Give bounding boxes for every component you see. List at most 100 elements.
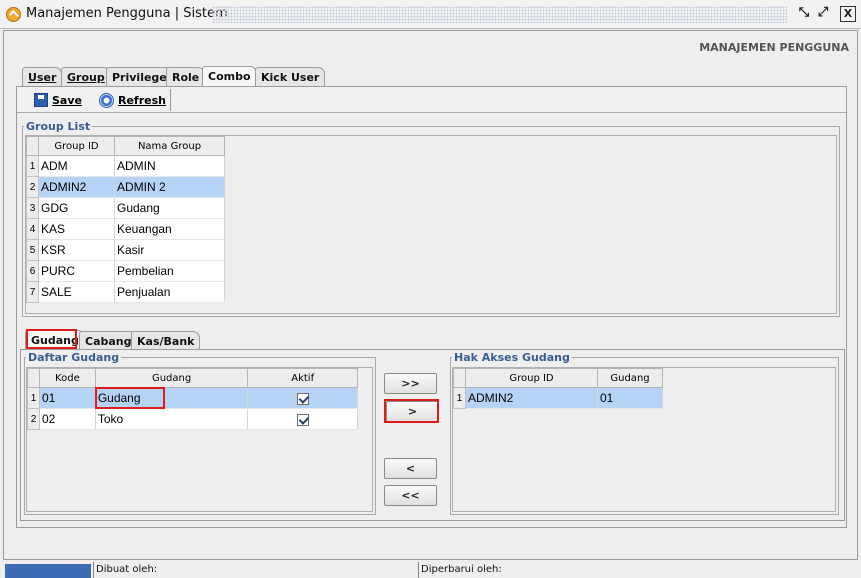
row-number-header bbox=[453, 368, 466, 388]
table-row[interactable]: 4 KAS Keuangan bbox=[26, 218, 225, 240]
table-row-selected[interactable]: 1 01 Gudang bbox=[27, 387, 358, 409]
refresh-icon bbox=[99, 92, 114, 108]
created-by-label: Dibuat oleh: bbox=[93, 562, 157, 578]
kode-cell[interactable]: 02 bbox=[39, 408, 96, 430]
gudang-cell[interactable]: 01 bbox=[597, 387, 663, 409]
tab-combo[interactable]: Combo bbox=[202, 66, 257, 86]
daftar-gudang-table: Kode Gudang Aktif 1 01 Gudang 2 02 Toko bbox=[27, 368, 358, 430]
refresh-button[interactable]: Refresh bbox=[99, 90, 166, 110]
status-user-indicator bbox=[5, 564, 91, 578]
subtab-cabang[interactable]: Cabang bbox=[79, 331, 138, 350]
table-row-selected[interactable]: 2 ADMIN2 ADMIN 2 bbox=[26, 176, 225, 198]
subtab-cabang-label: Cabang bbox=[85, 335, 132, 348]
page-title: MANAJEMEN PENGGUNA bbox=[699, 41, 849, 54]
aktif-cell[interactable] bbox=[247, 387, 358, 409]
remove-all-button[interactable]: << bbox=[384, 485, 437, 506]
tab-kick-user-label: Kick User bbox=[261, 71, 320, 84]
app-logo-icon bbox=[6, 7, 21, 22]
tab-role-label: Role bbox=[172, 71, 200, 84]
column-header-aktif[interactable]: Aktif bbox=[247, 368, 358, 388]
tab-privilege-label: Privilege bbox=[112, 71, 167, 84]
group-name-cell[interactable]: Kasir bbox=[114, 239, 225, 261]
add-button-highlight bbox=[384, 399, 439, 423]
group-name-cell[interactable]: Penjualan bbox=[114, 281, 225, 303]
table-row[interactable]: 5 KSR Kasir bbox=[26, 239, 225, 261]
restore-icon[interactable]: ⤡ bbox=[796, 6, 812, 22]
kode-cell[interactable]: 01 bbox=[39, 387, 96, 409]
tab-group-label: Group bbox=[67, 71, 105, 84]
row-number: 1 bbox=[453, 387, 466, 409]
group-list-title: Group List bbox=[24, 120, 93, 133]
row-number: 2 bbox=[26, 176, 39, 198]
row-number: 1 bbox=[27, 387, 40, 409]
daftar-gudang-header-row: Kode Gudang Aktif bbox=[27, 368, 358, 388]
column-header-nama-group[interactable]: Nama Group bbox=[114, 136, 225, 156]
table-row[interactable]: 7 SALE Penjualan bbox=[26, 281, 225, 303]
maximize-icon[interactable]: ⤢ bbox=[815, 6, 831, 22]
hak-akses-title: Hak Akses Gudang bbox=[452, 351, 572, 364]
subtab-gudang-highlight bbox=[26, 329, 77, 349]
aktif-checkbox[interactable] bbox=[296, 392, 309, 405]
gudang-cell[interactable]: Toko bbox=[95, 408, 249, 430]
add-all-button[interactable]: >> bbox=[384, 373, 437, 394]
table-row[interactable]: 6 PURC Pembelian bbox=[26, 260, 225, 282]
row-number: 4 bbox=[26, 218, 39, 240]
save-button[interactable]: Save bbox=[34, 90, 82, 110]
tab-user[interactable]: User bbox=[22, 67, 63, 86]
column-header-kode[interactable]: Kode bbox=[38, 368, 96, 388]
group-id-cell[interactable]: SALE bbox=[38, 281, 115, 303]
toolbar-divider bbox=[170, 89, 171, 111]
close-icon[interactable]: X bbox=[840, 6, 856, 22]
group-id-cell[interactable]: KSR bbox=[38, 239, 115, 261]
row-number: 1 bbox=[26, 155, 39, 177]
row-number: 2 bbox=[27, 408, 40, 430]
group-name-cell[interactable]: ADMIN 2 bbox=[114, 176, 225, 198]
updated-by-label: Diperbarui oleh: bbox=[418, 562, 502, 578]
table-row[interactable]: 2 02 Toko bbox=[27, 408, 358, 430]
group-id-cell[interactable]: ADMIN2 bbox=[465, 387, 598, 409]
row-number: 3 bbox=[26, 197, 39, 219]
column-header-gudang[interactable]: Gudang bbox=[597, 368, 663, 388]
group-id-cell[interactable]: ADM bbox=[38, 155, 115, 177]
row-number-header bbox=[26, 136, 39, 156]
hak-akses-table: Group ID Gudang 1 ADMIN2 01 bbox=[453, 368, 663, 409]
aktif-checkbox[interactable] bbox=[296, 413, 309, 426]
group-id-cell[interactable]: PURC bbox=[38, 260, 115, 282]
group-name-cell[interactable]: ADMIN bbox=[114, 155, 225, 177]
subtab-kas-bank[interactable]: Kas/Bank bbox=[131, 331, 201, 350]
refresh-button-label: Refresh bbox=[118, 93, 166, 107]
group-id-cell[interactable]: ADMIN2 bbox=[38, 176, 115, 198]
column-header-group-id[interactable]: Group ID bbox=[465, 368, 598, 388]
row-number: 7 bbox=[26, 281, 39, 303]
window-title: Manajemen Pengguna | Sistem bbox=[26, 6, 228, 21]
table-row[interactable]: 3 GDG Gudang bbox=[26, 197, 225, 219]
group-id-cell[interactable]: KAS bbox=[38, 218, 115, 240]
tab-combo-label: Combo bbox=[208, 70, 251, 83]
remove-button[interactable]: < bbox=[384, 458, 437, 479]
gudang-cell-highlight bbox=[95, 387, 165, 409]
group-list-header-row: Group ID Nama Group bbox=[26, 136, 225, 156]
daftar-gudang-title: Daftar Gudang bbox=[26, 351, 122, 364]
tab-kick-user[interactable]: Kick User bbox=[255, 67, 326, 86]
group-list-table: Group ID Nama Group 1 ADM ADMIN 2 ADMIN2 ADM… bbox=[26, 136, 225, 303]
toolbar: Save Refresh bbox=[17, 87, 846, 113]
hak-akses-header-row: Group ID Gudang bbox=[453, 368, 663, 388]
table-row-selected[interactable]: 1 ADMIN2 01 bbox=[453, 387, 663, 409]
row-number: 6 bbox=[26, 260, 39, 282]
column-header-gudang[interactable]: Gudang bbox=[94, 368, 249, 388]
tab-privilege[interactable]: Privilege bbox=[106, 67, 173, 86]
group-id-cell[interactable]: GDG bbox=[38, 197, 115, 219]
column-header-group-id[interactable]: Group ID bbox=[38, 136, 115, 156]
group-name-cell[interactable]: Gudang bbox=[114, 197, 225, 219]
group-name-cell[interactable]: Pembelian bbox=[114, 260, 225, 282]
row-number-header bbox=[27, 368, 40, 388]
aktif-cell[interactable] bbox=[247, 408, 358, 430]
save-icon bbox=[34, 93, 48, 107]
group-name-cell[interactable]: Keuangan bbox=[114, 218, 225, 240]
row-number: 5 bbox=[26, 239, 39, 261]
tab-group[interactable]: Group bbox=[61, 67, 111, 86]
tab-role[interactable]: Role bbox=[166, 67, 206, 86]
title-bar-pattern bbox=[212, 6, 787, 23]
subtab-kas-bank-label: Kas/Bank bbox=[137, 335, 195, 348]
table-row[interactable]: 1 ADM ADMIN bbox=[26, 155, 225, 177]
